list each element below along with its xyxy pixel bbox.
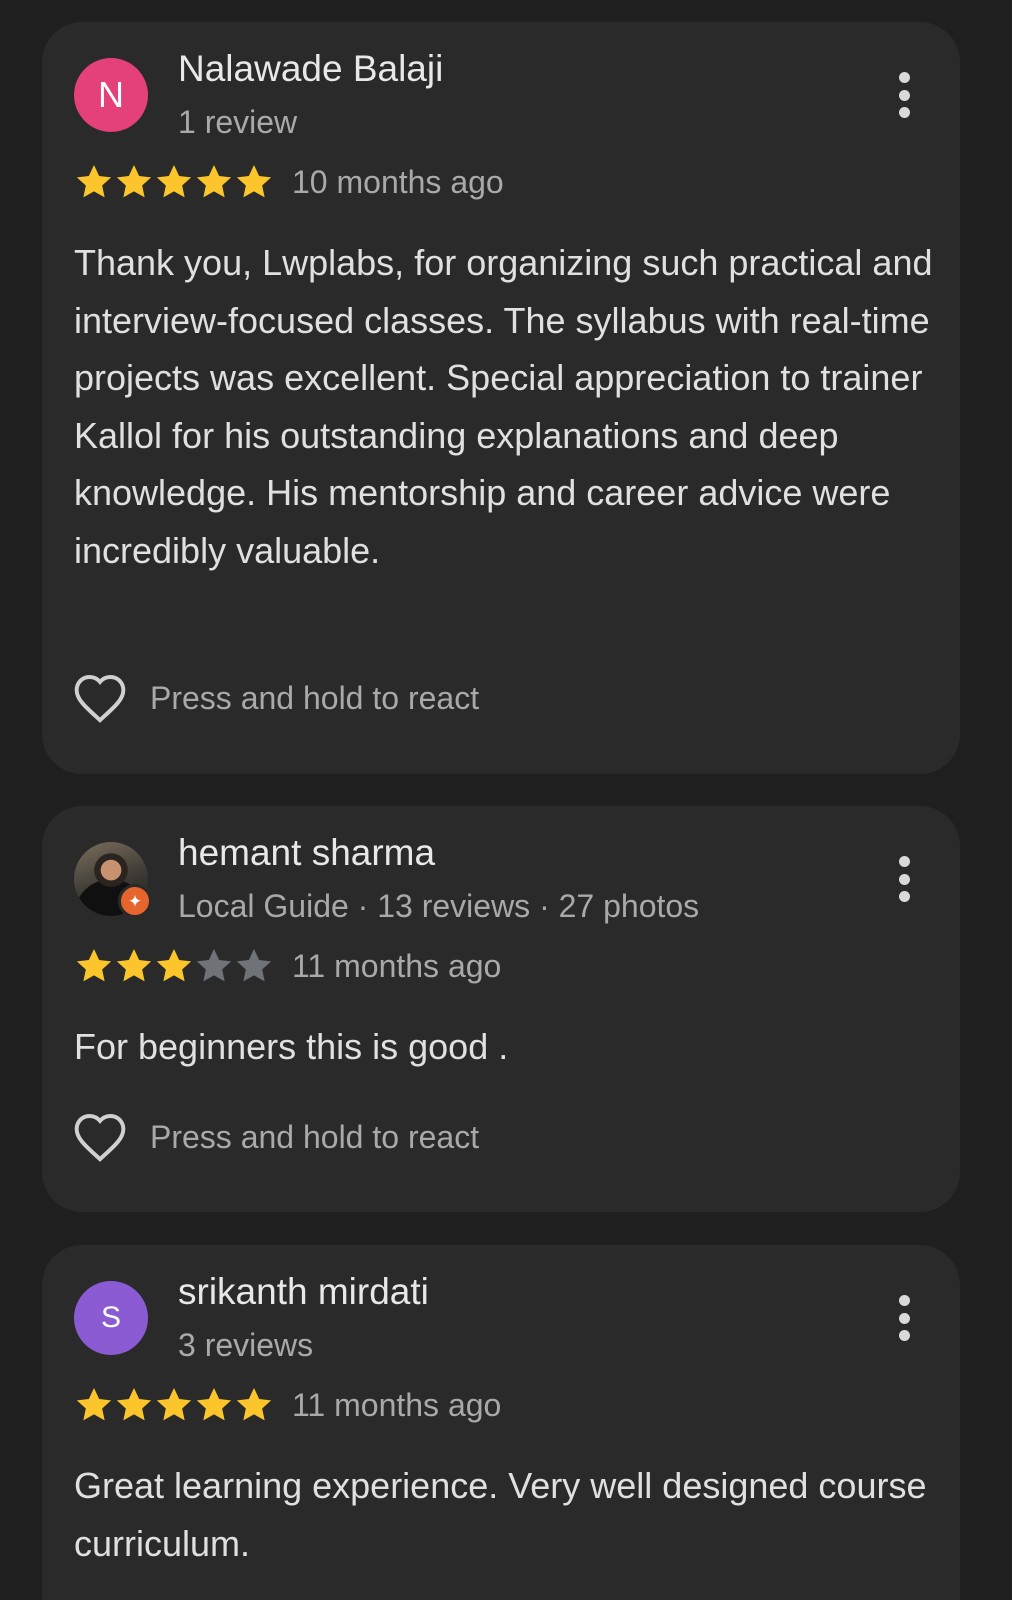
star-filled-icon	[116, 165, 152, 198]
heart-outline-icon	[74, 1114, 126, 1162]
star-filled-icon	[76, 949, 112, 982]
react-label: Press and hold to react	[150, 1118, 480, 1155]
star-rating	[74, 1385, 274, 1425]
star-filled-icon	[196, 165, 232, 198]
star-filled-icon	[196, 1388, 232, 1421]
reviewer-meta: 3 reviews	[178, 1327, 314, 1363]
more-vert-icon[interactable]	[894, 1295, 914, 1341]
star-filled-icon	[156, 949, 192, 982]
more-vert-icon[interactable]	[894, 856, 914, 902]
rating-row: 11 months ago	[74, 946, 501, 986]
review-time: 10 months ago	[292, 163, 504, 200]
star-filled-icon	[156, 165, 192, 198]
review-time: 11 months ago	[292, 1386, 502, 1423]
avatar[interactable]: ✦	[74, 842, 152, 918]
star-filled-icon	[76, 1388, 112, 1421]
review-text: For beginners this is good .	[74, 1026, 509, 1067]
rating-row: 11 months ago	[74, 1385, 501, 1425]
reviewer-meta: 1 review	[178, 104, 298, 140]
reviewer-name[interactable]: srikanth mirdati	[178, 1271, 429, 1313]
more-vert-icon[interactable]	[894, 72, 914, 118]
react-label: Press and hold to react	[150, 679, 480, 716]
heart-outline-icon	[74, 675, 126, 723]
star-filled-icon	[236, 1388, 272, 1421]
review-text: Thank you, Lwplabs, for organizing such …	[74, 242, 933, 571]
reviewer-name[interactable]: Nalawade Balaji	[178, 48, 443, 90]
avatar-letter: N	[98, 74, 124, 115]
local-guide-badge-icon: ✦	[118, 884, 152, 918]
reviewer-name[interactable]: hemant sharma	[178, 832, 435, 874]
reviewer-meta: Local Guide · 13 reviews · 27 photos	[178, 888, 700, 924]
star-rating	[74, 946, 274, 986]
star-rating	[74, 162, 274, 202]
star-empty-icon	[196, 949, 232, 982]
review-text: Great learning experience. Very well des…	[74, 1465, 927, 1564]
star-filled-icon	[116, 949, 152, 982]
star-empty-icon	[236, 949, 272, 982]
avatar-letter: S	[100, 1301, 121, 1334]
rating-row: 10 months ago	[74, 162, 504, 202]
react-button[interactable]: Press and hold to react	[72, 1111, 479, 1163]
star-filled-icon	[156, 1388, 192, 1421]
review-time: 11 months ago	[292, 947, 502, 984]
review-card: ✦ hemant sharma Local Guide · 13 reviews…	[42, 806, 960, 1212]
avatar[interactable]: S	[74, 1281, 148, 1355]
review-card: N Nalawade Balaji 1 review 10 months ago…	[42, 22, 960, 774]
avatar[interactable]: N	[74, 58, 148, 132]
star-filled-icon	[236, 165, 272, 198]
star-filled-icon	[76, 165, 112, 198]
review-card: S srikanth mirdati 3 reviews 11 months a…	[42, 1245, 960, 1600]
star-filled-icon	[116, 1388, 152, 1421]
react-button[interactable]: Press and hold to react	[72, 672, 479, 724]
